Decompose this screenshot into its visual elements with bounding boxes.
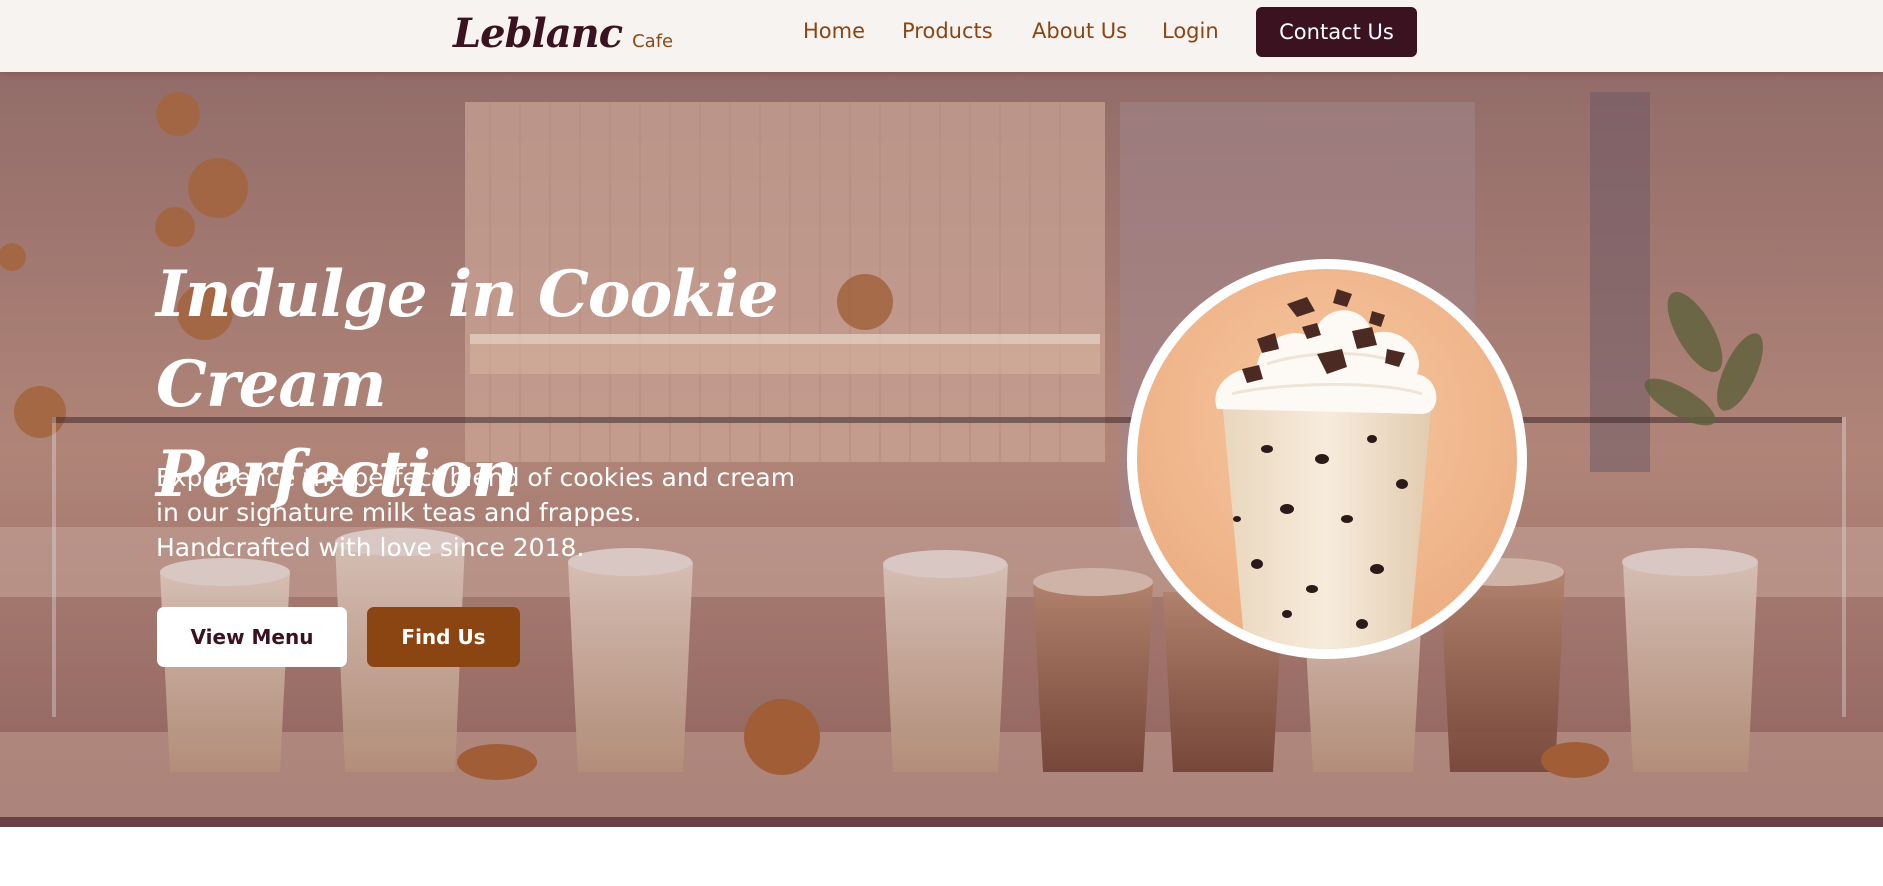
featured-drink-frame (1127, 259, 1527, 659)
hero-bottom-band (0, 817, 1883, 827)
site-header: Leblanc Cafe Home Products About Us Logi… (0, 0, 1883, 72)
nav-link-about-us[interactable]: About Us (1032, 19, 1127, 43)
nav-link-home[interactable]: Home (803, 19, 865, 43)
logo-subtitle: Cafe (632, 31, 674, 52)
hero-section: Indulge in Cookie Cream Perfection Exper… (0, 72, 1883, 827)
contact-us-button[interactable]: Contact Us (1256, 7, 1417, 57)
nav-link-products[interactable]: Products (902, 19, 993, 43)
hero-subtitle-line2: in our signature milk teas and frappes. (156, 498, 642, 527)
find-us-button[interactable]: Find Us (367, 607, 520, 667)
nav-link-login[interactable]: Login (1162, 19, 1219, 43)
hero-subtitle-line1: Experience the perfect blend of cookies … (156, 463, 796, 492)
hero-subtitle: Experience the perfect blend of cookies … (156, 460, 836, 565)
view-menu-button[interactable]: View Menu (157, 607, 347, 667)
logo[interactable]: Leblanc Cafe (453, 4, 673, 64)
logo-wordmark: Leblanc (453, 10, 623, 57)
hero-subtitle-line3: Handcrafted with love since 2018. (156, 533, 585, 562)
hero-title-line1: Indulge in Cookie Cream (156, 257, 779, 422)
featured-drink-image (1137, 269, 1517, 649)
